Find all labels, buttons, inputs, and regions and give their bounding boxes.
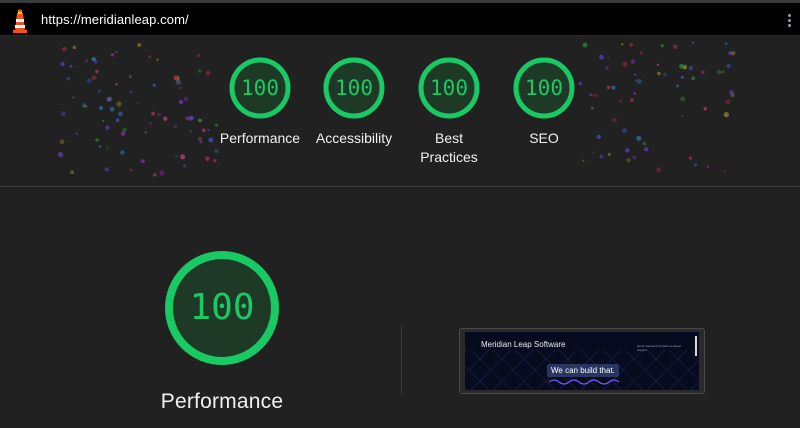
gauge-best-practices[interactable]: 100 Best Practices — [399, 56, 499, 167]
gauge-performance[interactable]: 100 Performance — [210, 56, 310, 148]
gauge-score: 100 — [241, 76, 279, 100]
performance-gauge: 100 — [162, 248, 282, 368]
lighthouse-icon — [13, 9, 27, 33]
section-divider — [0, 186, 800, 187]
gauge-accessibility[interactable]: 100 Accessibility — [304, 56, 404, 148]
gauge-seo[interactable]: 100 SEO — [494, 56, 594, 148]
thumbnail-nav: Home Services Contact us About support — [637, 344, 682, 352]
performance-section: 100 Performance — [150, 248, 294, 414]
report-topbar: https://meridianleap.com/ — [0, 0, 800, 36]
gauge-ring: 100 — [417, 56, 481, 120]
thumbnail-headline: We can build that. — [547, 364, 619, 377]
gauge-ring: 100 — [512, 56, 576, 120]
performance-title: Performance — [160, 390, 284, 413]
kebab-menu-icon[interactable] — [788, 14, 792, 28]
gauge-score: 100 — [430, 76, 468, 100]
gauge-score: 100 — [335, 76, 373, 100]
report-url[interactable]: https://meridianleap.com/ — [41, 12, 189, 27]
thumbnail-scrollbar — [695, 336, 697, 356]
gauge-ring: 100 — [228, 56, 292, 120]
page-thumbnail: Meridian Leap Software Home Services Con… — [465, 332, 699, 390]
thumbnail-brand: Meridian Leap Software — [481, 340, 566, 349]
gauge-label: Best Practices — [420, 130, 478, 165]
gauge-score: 100 — [525, 76, 563, 100]
gauge-ring: 100 — [322, 56, 386, 120]
gauge-label: SEO — [529, 130, 559, 146]
gauge-label: Accessibility — [315, 130, 393, 146]
gauge-label: Performance — [219, 130, 301, 146]
score-summary: 100 Performance 100 Accessibility 100 Be… — [0, 36, 800, 186]
thumbnail-wave-decoration — [549, 379, 619, 385]
final-screenshot[interactable]: Meridian Leap Software Home Services Con… — [459, 328, 705, 394]
vertical-divider — [401, 325, 402, 395]
performance-score: 100 — [189, 287, 255, 328]
